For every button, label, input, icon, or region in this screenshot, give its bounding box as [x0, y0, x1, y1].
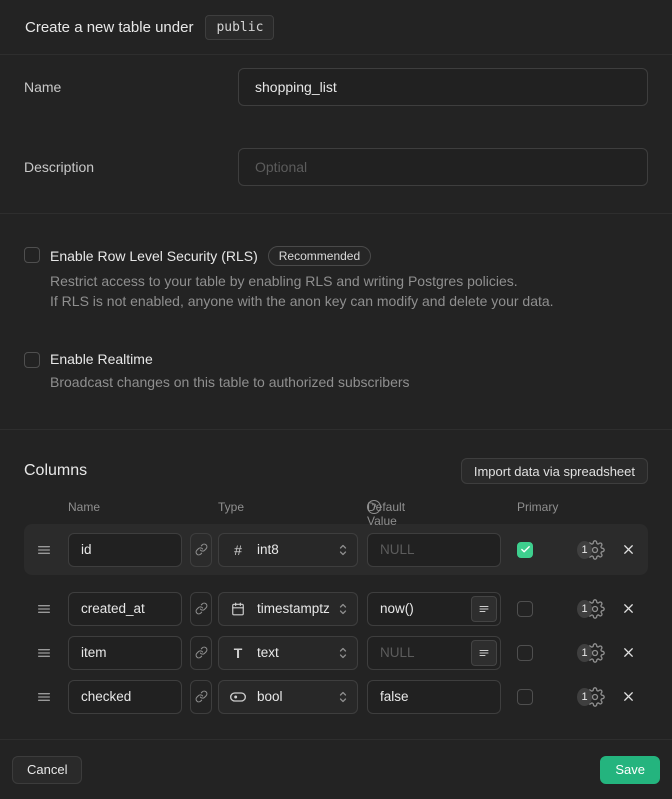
foreign-key-link-icon[interactable]: [190, 680, 212, 714]
column-type-select[interactable]: # int8: [218, 533, 358, 567]
primary-key-checkbox[interactable]: [517, 601, 533, 617]
foreign-key-link-icon[interactable]: [190, 592, 212, 626]
column-type-select[interactable]: T text: [218, 636, 358, 670]
realtime-label: Enable Realtime: [50, 351, 153, 367]
column-settings-button[interactable]: 1: [577, 687, 605, 707]
toggle-icon: [229, 689, 247, 705]
realtime-checkbox[interactable]: [24, 352, 40, 368]
dialog-header: Create a new table under public: [0, 0, 672, 55]
column-type-label: int8: [257, 542, 337, 557]
drag-handle-icon[interactable]: [36, 601, 52, 617]
column-headers: Name Type Default Value ? Primary: [24, 500, 648, 514]
column-name-input[interactable]: [68, 680, 182, 714]
table-options-section: Enable Row Level Security (RLS) Recommen…: [0, 214, 672, 430]
columns-title: Columns: [24, 462, 87, 480]
column-type-label: bool: [257, 689, 337, 704]
chevron-up-down-icon: [337, 689, 349, 705]
rls-label: Enable Row Level Security (RLS): [50, 248, 258, 264]
remove-column-icon[interactable]: [621, 542, 636, 557]
create-table-dialog: Create a new table under public Name Des…: [0, 0, 672, 787]
schema-badge: public: [205, 15, 274, 40]
primary-key-checkbox[interactable]: [517, 542, 533, 558]
table-form-section: Name Description: [0, 55, 672, 214]
settings-count-badge: 1: [577, 688, 592, 706]
primary-key-checkbox[interactable]: [517, 645, 533, 661]
description-label: Description: [24, 159, 238, 175]
help-icon[interactable]: ?: [367, 500, 381, 514]
name-label: Name: [24, 79, 238, 95]
column-settings-button[interactable]: 1: [577, 643, 605, 663]
drag-handle-icon[interactable]: [36, 542, 52, 558]
text-icon: T: [229, 645, 247, 661]
default-suggestions-icon[interactable]: [471, 596, 497, 622]
column-row: # int8 1: [24, 524, 648, 575]
foreign-key-link-icon[interactable]: [190, 636, 212, 670]
chevron-up-down-icon: [337, 601, 349, 617]
dialog-footer: Cancel Save: [0, 739, 672, 799]
column-name-input[interactable]: [68, 533, 182, 567]
column-name-input[interactable]: [68, 592, 182, 626]
rls-option: Enable Row Level Security (RLS) Recommen…: [24, 246, 648, 311]
column-type-label: text: [257, 645, 337, 660]
column-row: bool 1: [24, 679, 648, 714]
column-default-input[interactable]: [367, 533, 501, 567]
column-name-input[interactable]: [68, 636, 182, 670]
remove-column-icon[interactable]: [621, 601, 636, 616]
columns-section: Columns Import data via spreadsheet Name…: [0, 430, 672, 739]
hash-icon: #: [229, 542, 247, 558]
cancel-button[interactable]: Cancel: [12, 756, 82, 784]
rls-option-content: Enable Row Level Security (RLS) Recommen…: [50, 246, 554, 311]
description-form-row: Description: [24, 148, 648, 186]
column-settings-button[interactable]: 1: [577, 540, 605, 560]
column-type-select[interactable]: timestamptz: [218, 592, 358, 626]
calendar-icon: [229, 602, 247, 616]
column-settings-button[interactable]: 1: [577, 599, 605, 619]
settings-count-badge: 1: [577, 644, 592, 662]
column-type-label: timestamptz: [257, 601, 337, 616]
realtime-description: Broadcast changes on this table to autho…: [50, 372, 410, 392]
rls-checkbox[interactable]: [24, 247, 40, 263]
default-suggestions-icon[interactable]: [471, 640, 497, 666]
column-default-input[interactable]: [367, 680, 501, 714]
primary-key-checkbox[interactable]: [517, 689, 533, 705]
column-row: T text 1: [24, 635, 648, 670]
column-row: timestamptz 1: [24, 591, 648, 626]
header-primary: Primary: [517, 500, 558, 514]
rls-description-line1: Restrict access to your table by enablin…: [50, 271, 554, 291]
drag-handle-icon[interactable]: [36, 689, 52, 705]
realtime-option-content: Enable Realtime Broadcast changes on thi…: [50, 351, 410, 392]
dialog-title: Create a new table under: [25, 19, 193, 36]
header-type: Type: [218, 500, 244, 514]
drag-handle-icon[interactable]: [36, 645, 52, 661]
chevron-up-down-icon: [337, 645, 349, 661]
column-rows: # int8 1: [0, 524, 672, 714]
settings-count-badge: 1: [577, 600, 592, 618]
remove-column-icon[interactable]: [621, 645, 636, 660]
remove-column-icon[interactable]: [621, 689, 636, 704]
recommended-badge: Recommended: [268, 246, 371, 266]
table-name-input[interactable]: [238, 68, 648, 106]
settings-count-badge: 1: [577, 541, 592, 559]
name-form-row: Name: [24, 68, 648, 106]
foreign-key-link-icon[interactable]: [190, 533, 212, 567]
save-button[interactable]: Save: [600, 756, 660, 784]
chevron-up-down-icon: [337, 542, 349, 558]
column-type-select[interactable]: bool: [218, 680, 358, 714]
table-description-input[interactable]: [238, 148, 648, 186]
header-name: Name: [68, 500, 100, 514]
rls-description-line2: If RLS is not enabled, anyone with the a…: [50, 291, 554, 311]
realtime-option: Enable Realtime Broadcast changes on thi…: [24, 351, 648, 392]
import-data-button[interactable]: Import data via spreadsheet: [461, 458, 648, 484]
